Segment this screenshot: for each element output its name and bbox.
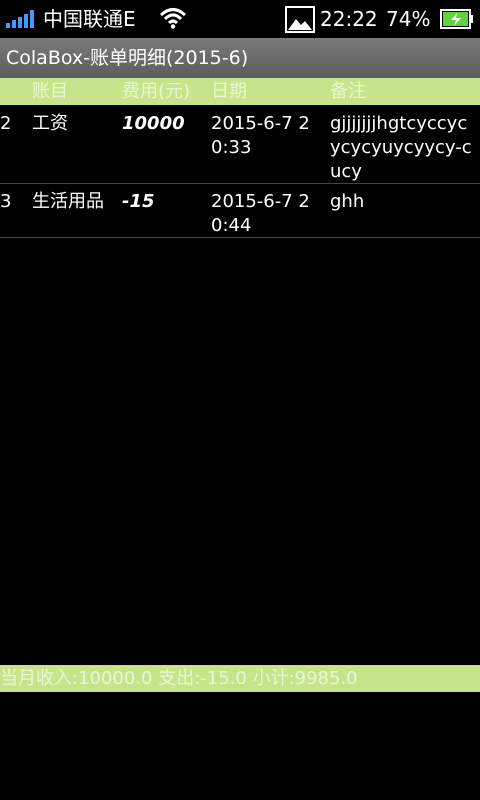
row-index: 3 xyxy=(0,191,12,212)
row-note: ghh xyxy=(330,191,365,212)
row-date: 2015-6-7 20:33 xyxy=(211,113,310,158)
row-amount: -15 xyxy=(122,191,155,212)
table-header: 账目 费用(元) 日期 备注 xyxy=(0,78,480,105)
app-title-bar: ColaBox-账单明细(2015-6) xyxy=(0,38,480,78)
monthly-summary-bar: 当月收入:10000.0 支出:-15.0 小计:9985.0 xyxy=(0,665,480,692)
battery-charging-icon xyxy=(440,9,473,29)
battery-percent: 74% xyxy=(386,7,431,31)
row-amount: 10000 xyxy=(122,113,185,134)
row-category: 生活用品 xyxy=(32,191,104,212)
row-note: gjjjjjjjhgtcyccycycycyuycyycy-cucy xyxy=(330,113,472,182)
status-bar: 中国联通E 22:22 74% xyxy=(0,0,480,38)
table-row[interactable]: 2 工资 10000 2015-6-7 20:33 gjjjjjjjhgtcyc… xyxy=(0,106,480,184)
row-index: 2 xyxy=(0,113,12,134)
column-header-amount: 费用(元) xyxy=(122,81,191,102)
carrier-name: 中国联通E xyxy=(43,7,136,31)
signal-strength-icon xyxy=(6,10,38,28)
page-title: ColaBox-账单明细(2015-6) xyxy=(6,47,249,69)
table-row[interactable]: 3 生活用品 -15 2015-6-7 20:44 ghh xyxy=(0,184,480,238)
monthly-summary-text: 当月收入:10000.0 支出:-15.0 小计:9985.0 xyxy=(0,668,358,689)
row-category: 工资 xyxy=(32,113,68,134)
row-date: 2015-6-7 20:44 xyxy=(211,191,310,236)
column-header-date: 日期 xyxy=(211,81,247,102)
clock: 22:22 xyxy=(320,7,378,31)
image-notification-icon xyxy=(285,6,315,33)
column-header-category: 账目 xyxy=(32,81,68,102)
column-header-note: 备注 xyxy=(330,81,366,102)
wifi-icon xyxy=(159,8,187,29)
